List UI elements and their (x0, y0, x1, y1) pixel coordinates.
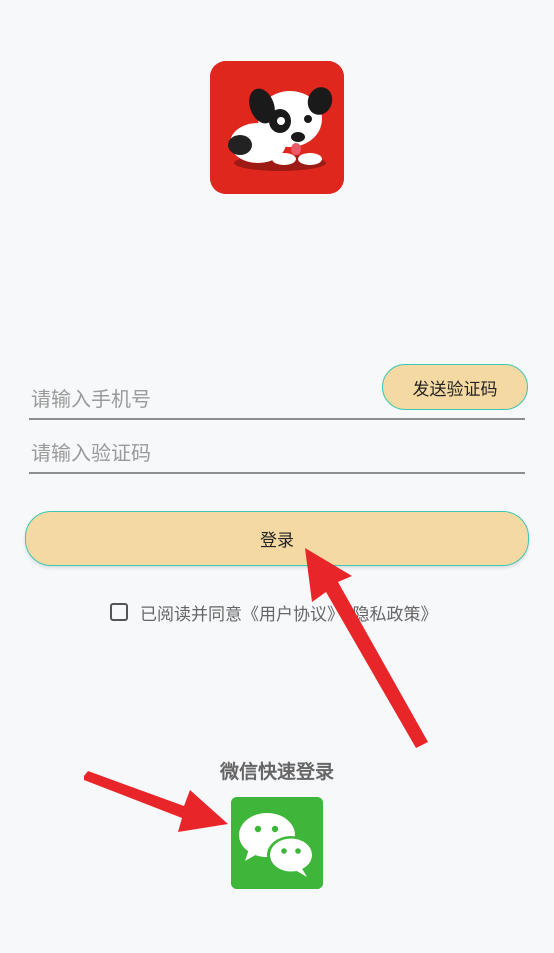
agreement-checkbox[interactable] (110, 603, 128, 621)
wechat-login-button[interactable] (231, 797, 323, 889)
puppy-icon (210, 61, 344, 194)
agreement-text[interactable]: 已阅读并同意《用户协议》《隐私政策》 (140, 600, 438, 625)
code-row (29, 434, 525, 474)
agreement-row: 已阅读并同意《用户协议》《隐私政策》 (110, 599, 438, 625)
login-button[interactable]: 登录 (25, 511, 529, 566)
login-page: 发送验证码 登录 已阅读并同意《用户协议》《隐私政策》 微信快速登录 (0, 0, 554, 953)
arrow-to-login-icon (305, 548, 432, 748)
phone-input[interactable] (29, 382, 373, 416)
app-logo (210, 61, 344, 194)
verification-code-input[interactable] (29, 436, 513, 470)
wechat-login-title: 微信快速登录 (219, 761, 334, 783)
wechat-icon (231, 797, 323, 889)
send-code-button[interactable]: 发送验证码 (382, 364, 528, 410)
